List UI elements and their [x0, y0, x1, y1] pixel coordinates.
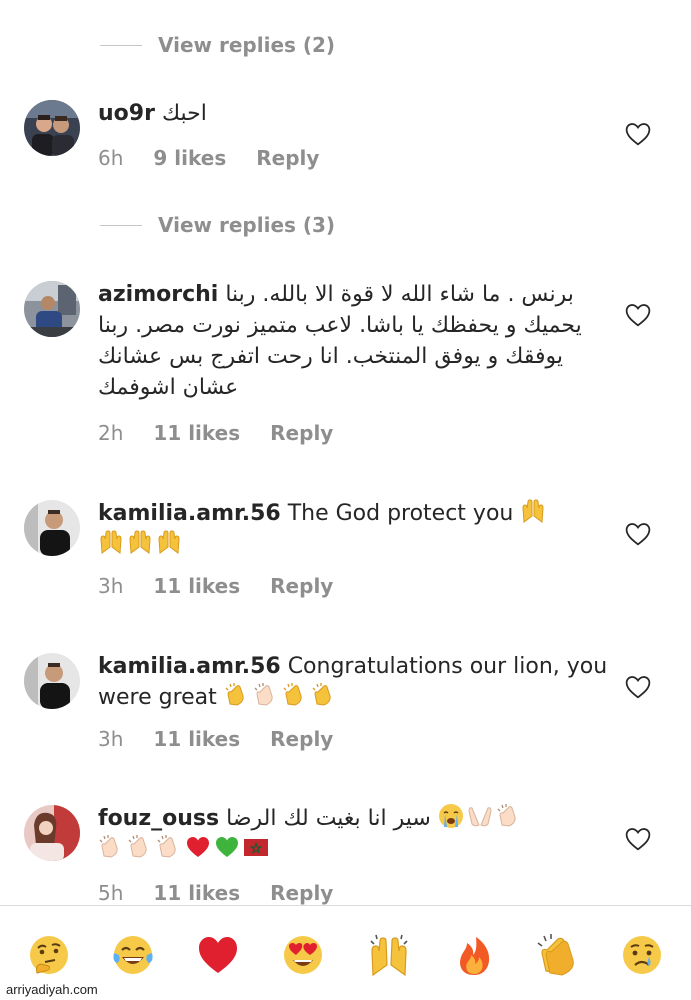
watermark: arriyadiyah.com — [4, 982, 100, 997]
palms-up-icon — [467, 803, 493, 829]
reply-button[interactable]: Reply — [270, 421, 333, 445]
morocco-flag-icon — [243, 834, 269, 860]
avatar[interactable] — [24, 805, 80, 861]
red-heart-icon[interactable] — [196, 933, 240, 977]
divider-line — [100, 44, 142, 46]
reply-button[interactable]: Reply — [270, 727, 333, 751]
like-heart-icon[interactable] — [625, 675, 651, 699]
quick-emoji-bar — [0, 905, 691, 1000]
comment-meta: 6h 9 likes Reply — [98, 146, 319, 170]
clapping-hands-icon — [127, 834, 153, 860]
avatar[interactable] — [24, 281, 80, 337]
clapping-hands-icon — [98, 834, 124, 860]
clapping-hands-icon — [253, 682, 279, 708]
comment-text: احبك — [161, 101, 207, 126]
comment-username[interactable]: kamilia.amr.56 — [98, 654, 281, 679]
clapping-hands-icon — [282, 682, 308, 708]
loudly-crying-face-icon — [438, 803, 464, 829]
reply-button[interactable]: Reply — [270, 881, 333, 905]
comment-username[interactable]: fouz_ouss — [98, 806, 219, 831]
comment-time: 2h — [98, 421, 124, 445]
clapping-hands-icon[interactable] — [536, 933, 580, 977]
reply-button[interactable]: Reply — [256, 146, 319, 170]
likes-count[interactable]: 11 likes — [153, 881, 240, 905]
comment-time: 3h — [98, 574, 124, 598]
view-replies-button[interactable]: View replies (3) — [100, 207, 335, 243]
like-heart-icon[interactable] — [625, 303, 651, 327]
likes-count[interactable]: 11 likes — [153, 574, 240, 598]
clapping-hands-icon — [311, 682, 337, 708]
avatar[interactable] — [24, 500, 80, 556]
comment-meta: 3h 11 likes Reply — [98, 574, 333, 598]
likes-count[interactable]: 11 likes — [153, 421, 240, 445]
red-heart-icon — [185, 834, 211, 860]
thinking-face-icon[interactable] — [27, 933, 71, 977]
view-replies-label: View replies (3) — [158, 213, 336, 237]
like-heart-icon[interactable] — [625, 122, 651, 146]
green-heart-icon — [214, 834, 240, 860]
like-heart-icon[interactable] — [625, 827, 651, 851]
clapping-hands-icon — [224, 682, 250, 708]
comment-username[interactable]: kamilia.amr.56 — [98, 501, 281, 526]
comment-text: سير انا بغيت لك الرضا — [226, 806, 431, 831]
comment-body: azimorchi برنس . ما شاء الله لا قوة الا … — [98, 279, 611, 403]
comment-time: 3h — [98, 727, 124, 751]
heart-eyes-icon[interactable] — [281, 933, 325, 977]
comment-username[interactable]: azimorchi — [98, 282, 218, 307]
tears-of-joy-icon[interactable] — [111, 933, 155, 977]
comment-time: 6h — [98, 146, 124, 170]
comment-body: kamilia.amr.56 The God protect you — [98, 498, 611, 560]
comment-meta: 3h 11 likes Reply — [98, 727, 333, 751]
raised-hands-icon — [98, 529, 124, 555]
crying-face-icon[interactable] — [620, 933, 664, 977]
clapping-hands-icon — [156, 834, 182, 860]
raised-hands-icon[interactable] — [367, 933, 411, 977]
raised-hands-icon — [127, 529, 153, 555]
likes-count[interactable]: 11 likes — [153, 727, 240, 751]
raised-hands-icon — [520, 498, 546, 524]
avatar[interactable] — [24, 653, 80, 709]
comment-meta: 2h 11 likes Reply — [98, 421, 333, 445]
fire-icon[interactable] — [452, 933, 496, 977]
comment-body: kamilia.amr.56 Congratulations our lion,… — [98, 651, 611, 713]
comment-body: fouz_ouss سير انا بغيت لك الرضا — [98, 803, 611, 865]
avatar[interactable] — [24, 100, 80, 156]
likes-count[interactable]: 9 likes — [153, 146, 226, 170]
reply-button[interactable]: Reply — [270, 574, 333, 598]
like-heart-icon[interactable] — [625, 522, 651, 546]
comment-text: The God protect you — [287, 501, 514, 526]
view-replies-label: View replies (2) — [158, 33, 336, 57]
view-replies-button[interactable]: View replies (2) — [100, 27, 335, 63]
comment-username[interactable]: uo9r — [98, 101, 155, 126]
raised-hands-icon — [156, 529, 182, 555]
comment-time: 5h — [98, 881, 124, 905]
comment-meta: 5h 11 likes Reply — [98, 881, 333, 905]
clapping-hands-icon — [496, 803, 522, 829]
divider-line — [100, 224, 142, 226]
comment-body: uo9r احبك — [98, 98, 611, 129]
